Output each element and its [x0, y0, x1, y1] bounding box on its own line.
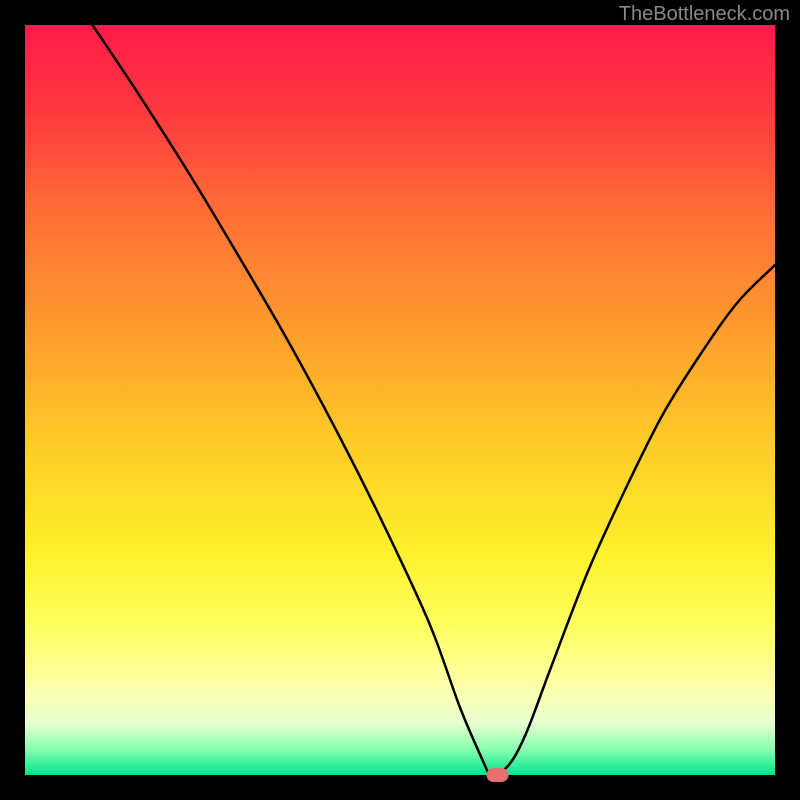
- chart-container: TheBottleneck.com: [0, 0, 800, 800]
- bottleneck-chart: [0, 0, 800, 800]
- watermark-text: TheBottleneck.com: [619, 3, 790, 26]
